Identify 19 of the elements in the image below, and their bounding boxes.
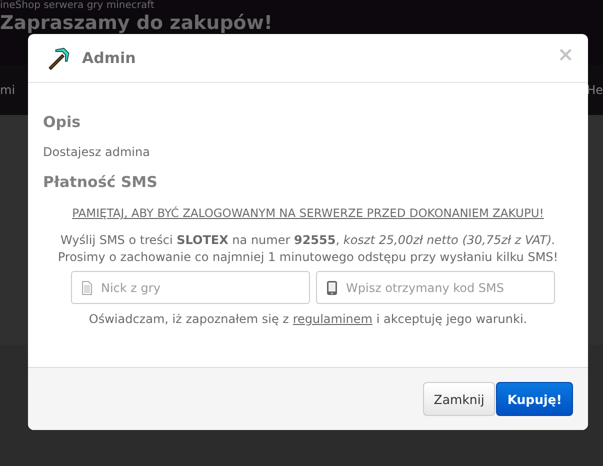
- terms-text: i akceptuję jego warunki.: [376, 312, 528, 326]
- modal-title: Admin: [82, 49, 137, 67]
- site-title: Zapraszamy do zakupów!: [0, 12, 274, 34]
- close-dialog-button[interactable]: Zamknij: [422, 382, 496, 416]
- warning-text: PAMIĘTAJ, ABY BYĆ ZALOGOWANYM NA SERWERZE PRZED DOKONANIEM ZAKUPU!: [72, 206, 544, 220]
- pickaxe-icon: [46, 45, 72, 71]
- terms-text: Oświadczam, iż zapoznałem się z: [88, 312, 289, 326]
- section-heading: Płatność SMS: [43, 173, 158, 191]
- section-heading: Opis: [43, 113, 82, 131]
- input-field[interactable]: Wpisz otrzymany kod SMS: [316, 271, 555, 304]
- buy-button[interactable]: Kupuję!: [496, 382, 573, 416]
- site-tagline: ineShop serwera gry minecraft: [0, 0, 156, 12]
- sms-note: Prosimy o zachowanie co najmniej 1 minutowego odstępu przy wysłaniu kilku SMS!: [56, 249, 560, 266]
- sms-instruction: Wyślij SMS o treści SLOTEX na numer 92555, koszt 25,00zł netto (30,75zł z VAT).: [60, 232, 556, 249]
- input-field[interactable]: Nick z gry: [71, 271, 310, 304]
- nav-item[interactable]: mi: [0, 83, 16, 97]
- terms-link[interactable]: regulaminem: [292, 312, 372, 326]
- nav-item[interactable]: He: [586, 83, 603, 97]
- description-text: Dostajesz admina: [43, 145, 151, 159]
